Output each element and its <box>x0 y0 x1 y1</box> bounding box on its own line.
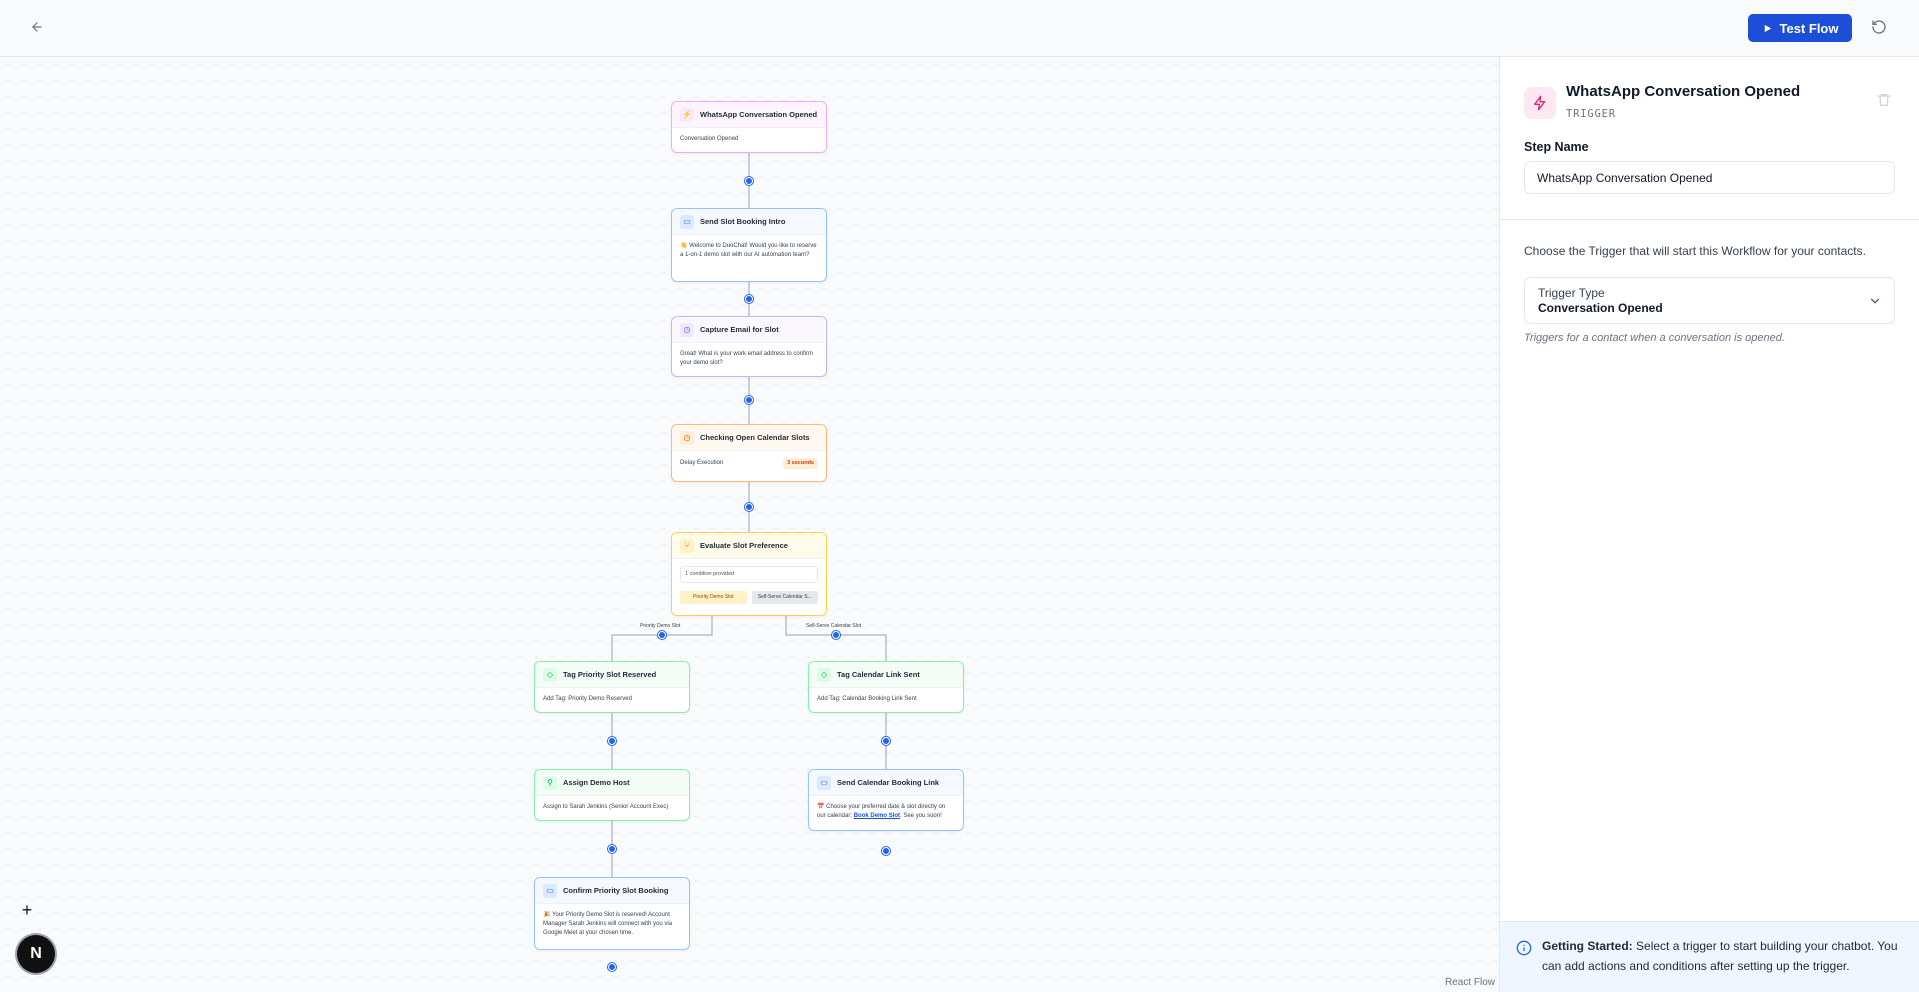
node-confirm-booking[interactable]: ▭ Confirm Priority Slot Booking 🎉 Your Pr… <box>534 877 690 950</box>
timer-icon: ◷ <box>680 430 694 445</box>
flow-canvas[interactable]: Priority Demo Slot Self-Serve Calendar S… <box>0 57 1499 992</box>
getting-started-banner: Getting Started: Select a trigger to sta… <box>1500 921 1919 992</box>
test-flow-button[interactable]: Test Flow <box>1748 14 1852 42</box>
add-step-handle[interactable] <box>745 295 753 303</box>
edge-label-priority: Priority Demo Slot <box>638 623 683 629</box>
node-body: Assign to Sarah Jenkins (Senior Account … <box>543 804 669 810</box>
node-body: Great! What is your work email address t… <box>680 351 814 366</box>
trigger-type-select[interactable]: Trigger Type Conversation Opened <box>1524 277 1895 324</box>
node-send-link[interactable]: ▭ Send Calendar Booking Link 📅 Choose you… <box>808 769 964 831</box>
node-body: Delay Execution <box>680 460 724 466</box>
node-body: Add Tag: Calendar Booking Link Sent <box>817 696 917 702</box>
user-assign-icon: ⚲ <box>543 775 557 790</box>
add-step-handle[interactable] <box>608 845 616 853</box>
node-body: 👋 Welcome to DuoChat! Would you like to … <box>680 243 817 258</box>
node-capture-email[interactable]: ◷ Capture Email for Slot Great! What is y… <box>671 316 827 377</box>
divider <box>1500 219 1919 220</box>
node-send-intro[interactable]: ▭ Send Slot Booking Intro 👋 Welcome to Du… <box>671 208 827 282</box>
edge-label-self-serve: Self-Serve Calendar Slot <box>804 623 864 629</box>
flow-edges <box>611 153 887 877</box>
step-name-label: Step Name <box>1524 140 1589 154</box>
rotate-ccw-icon <box>1872 20 1886 34</box>
branch-icon: ⑂ <box>680 538 694 553</box>
add-step-handle[interactable] <box>608 737 616 745</box>
trigger-instructions: Choose the Trigger that will start this … <box>1524 244 1866 258</box>
node-assign-host[interactable]: ⚲ Assign Demo Host Assign to Sarah Jenkin… <box>534 769 690 821</box>
add-step-handle[interactable] <box>745 503 753 511</box>
panel-title: WhatsApp Conversation Opened <box>1566 83 1801 100</box>
node-body: Conversation Opened <box>680 136 739 142</box>
node-body-suffix: . See you soon! <box>900 813 942 819</box>
condition-summary: 1 condition provided <box>680 566 818 583</box>
branch-pill-self-serve: Self-Serve Calendar S... <box>751 591 818 604</box>
properties-panel: WhatsApp Conversation Opened TRIGGER Ste… <box>1499 57 1919 992</box>
node-title: WhatsApp Conversation Opened <box>700 110 818 119</box>
trash-icon[interactable] <box>1876 92 1892 108</box>
node-title: Send Calendar Booking Link <box>837 778 940 787</box>
panel-subtitle: TRIGGER <box>1566 108 1616 120</box>
message-icon: ▭ <box>680 214 694 229</box>
node-condition[interactable]: ⑂ Evaluate Slot Preference 1 condition pr… <box>671 532 827 616</box>
node-trigger[interactable]: ⚡ WhatsApp Conversation Opened Conversati… <box>671 101 827 153</box>
add-step-handle[interactable] <box>882 737 890 745</box>
clock-icon: ◷ <box>680 322 694 337</box>
trigger-help-text: Triggers for a contact when a conversati… <box>1524 332 1785 344</box>
node-title: Tag Calendar Link Sent <box>837 670 920 679</box>
node-tag-calendar[interactable]: ◇ Tag Calendar Link Sent Add Tag: Calenda… <box>808 661 964 713</box>
trigger-type-label: Trigger Type <box>1538 286 1605 300</box>
test-flow-label: Test Flow <box>1779 20 1839 36</box>
node-title: Send Slot Booking Intro <box>700 217 786 226</box>
top-bar: Test Flow <box>0 0 1919 57</box>
zoom-in-button[interactable]: + <box>17 901 37 921</box>
node-title: Tag Priority Slot Reserved <box>563 670 657 679</box>
tag-icon: ◇ <box>543 667 557 682</box>
add-step-handle[interactable] <box>745 396 753 404</box>
node-delay[interactable]: ◷ Checking Open Calendar Slots Delay Exec… <box>671 424 827 482</box>
step-name-input[interactable] <box>1524 161 1895 194</box>
react-flow-attribution[interactable]: React Flow <box>1445 977 1495 988</box>
trigger-type-value: Conversation Opened <box>1538 301 1663 315</box>
add-step-handle[interactable] <box>745 177 753 185</box>
getting-started-title: Getting Started: <box>1542 939 1633 953</box>
add-step-handle[interactable] <box>608 963 616 971</box>
message-icon: ▭ <box>543 883 557 898</box>
arrow-left-icon <box>32 22 42 32</box>
node-body: Add Tag: Priority Demo Reserved <box>543 696 632 702</box>
node-title: Evaluate Slot Preference <box>700 541 788 550</box>
node-title: Confirm Priority Slot Booking <box>563 886 669 895</box>
node-tag-priority[interactable]: ◇ Tag Priority Slot Reserved Add Tag: Pri… <box>534 661 690 713</box>
message-icon: ▭ <box>817 775 831 790</box>
node-body: 🎉 Your Priority Demo Slot is reserved! A… <box>543 912 673 936</box>
play-icon <box>1764 24 1771 32</box>
add-step-handle[interactable] <box>882 847 890 855</box>
node-title: Capture Email for Slot <box>700 325 779 334</box>
node-title: Checking Open Calendar Slots <box>700 433 810 442</box>
node-title: Assign Demo Host <box>563 778 630 787</box>
branch-pill-priority: Priority Demo Slot <box>680 591 747 604</box>
zap-icon: ⚡ <box>680 107 694 122</box>
tag-icon: ◇ <box>817 667 831 682</box>
zap-icon <box>1524 87 1556 119</box>
add-step-handle[interactable] <box>832 631 840 639</box>
chevron-down-icon <box>1870 298 1880 304</box>
reset-button[interactable] <box>1869 17 1889 37</box>
avatar[interactable]: N <box>17 935 55 973</box>
book-demo-link[interactable]: Book Demo Slot <box>854 813 900 819</box>
add-step-handle[interactable] <box>658 631 666 639</box>
delay-badge: 3 seconds <box>783 458 818 469</box>
back-button[interactable] <box>26 16 48 38</box>
info-icon <box>1516 940 1532 956</box>
getting-started-text: Getting Started: Select a trigger to sta… <box>1542 936 1902 976</box>
